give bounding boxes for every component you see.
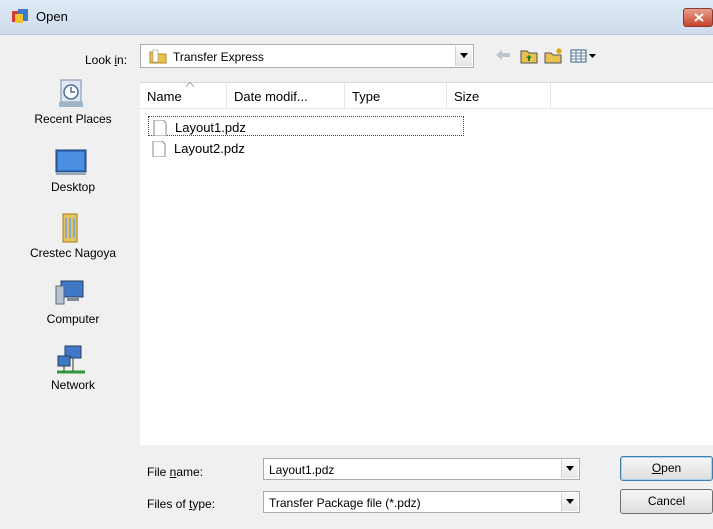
folder-icon (149, 49, 167, 64)
new-folder-icon (544, 48, 562, 64)
file-list[interactable]: Name Date modif... Type Size Layout1.pdz (140, 82, 713, 446)
back-button[interactable] (493, 46, 515, 66)
chevron-down-icon (566, 499, 574, 504)
file-name-label: File name: (147, 465, 204, 479)
place-computer[interactable]: Computer (14, 278, 132, 340)
file-icon (153, 120, 167, 136)
file-row[interactable]: Layout1.pdz (148, 116, 464, 136)
up-folder-icon (520, 50, 538, 64)
place-label: Network (50, 378, 95, 392)
place-label: Recent Places (34, 112, 112, 126)
place-network[interactable]: Network (14, 344, 132, 406)
open-dialog: Open Look in: Transfer Express Recent Pl… (0, 0, 713, 529)
file-type-dropdown[interactable]: Transfer Package file (*.pdz) (263, 491, 580, 513)
open-button[interactable]: Open (620, 456, 713, 481)
sort-up-icon (186, 82, 194, 87)
look-in-label: Look in: (85, 53, 128, 67)
cancel-button[interactable]: Cancel (620, 489, 713, 514)
file-type-value: Transfer Package file (*.pdz) (269, 496, 421, 510)
file-name-value: Layout1.pdz (269, 463, 335, 477)
places-bar: Recent Places Desktop Crestec Nagoya Com… (14, 78, 132, 428)
title-bar: Open (0, 0, 713, 35)
new-folder-button[interactable] (542, 46, 564, 66)
place-label: Computer (46, 312, 100, 326)
file-name: Layout2.pdz (174, 141, 245, 156)
desktop-icon (55, 149, 87, 175)
column-date-modified[interactable]: Date modif... (227, 83, 345, 108)
file-name-field[interactable]: Layout1.pdz (263, 458, 580, 480)
recent-places-icon (59, 79, 83, 107)
close-button[interactable] (683, 8, 713, 27)
computer-icon (55, 280, 84, 305)
bottom-panel: File name: Layout1.pdz Open Files of typ… (0, 445, 713, 529)
back-arrow-icon (496, 50, 510, 60)
file-name-dropdown-arrow[interactable] (561, 460, 578, 478)
file-type-label: Files of type: (147, 497, 216, 511)
close-icon (694, 13, 704, 22)
place-crestec-nagoya[interactable]: Crestec Nagoya (14, 212, 132, 274)
file-name: Layout1.pdz (175, 120, 246, 135)
file-icon (152, 141, 166, 157)
file-type-dropdown-arrow[interactable] (561, 493, 578, 511)
app-icon (12, 9, 28, 23)
column-date-label: Date modif... (234, 89, 308, 104)
column-type-label: Type (352, 89, 381, 104)
user-folder-icon (62, 213, 78, 243)
column-header: Name Date modif... Type Size (140, 82, 713, 109)
column-name[interactable]: Name (140, 82, 227, 108)
column-name-label: Name (147, 89, 182, 104)
look-in-dropdown[interactable]: Transfer Express (140, 44, 474, 68)
column-size[interactable]: Size (447, 83, 551, 108)
column-type[interactable]: Type (345, 83, 447, 108)
place-label: Crestec Nagoya (29, 246, 117, 260)
up-folder-button[interactable] (518, 46, 540, 66)
look-in-dropdown-arrow[interactable] (455, 46, 472, 66)
chevron-down-icon (566, 466, 574, 471)
place-recent-places[interactable]: Recent Places (14, 78, 132, 140)
dialog-title: Open (36, 9, 68, 24)
place-desktop[interactable]: Desktop (14, 146, 132, 208)
place-label: Desktop (50, 180, 96, 194)
column-size-label: Size (454, 89, 480, 104)
network-icon (57, 345, 85, 374)
view-menu-icon (570, 49, 596, 63)
look-in-value: Transfer Express (173, 50, 264, 64)
chevron-down-icon (460, 53, 468, 58)
view-menu-button[interactable] (568, 46, 598, 66)
file-row[interactable]: Layout2.pdz (148, 138, 464, 158)
